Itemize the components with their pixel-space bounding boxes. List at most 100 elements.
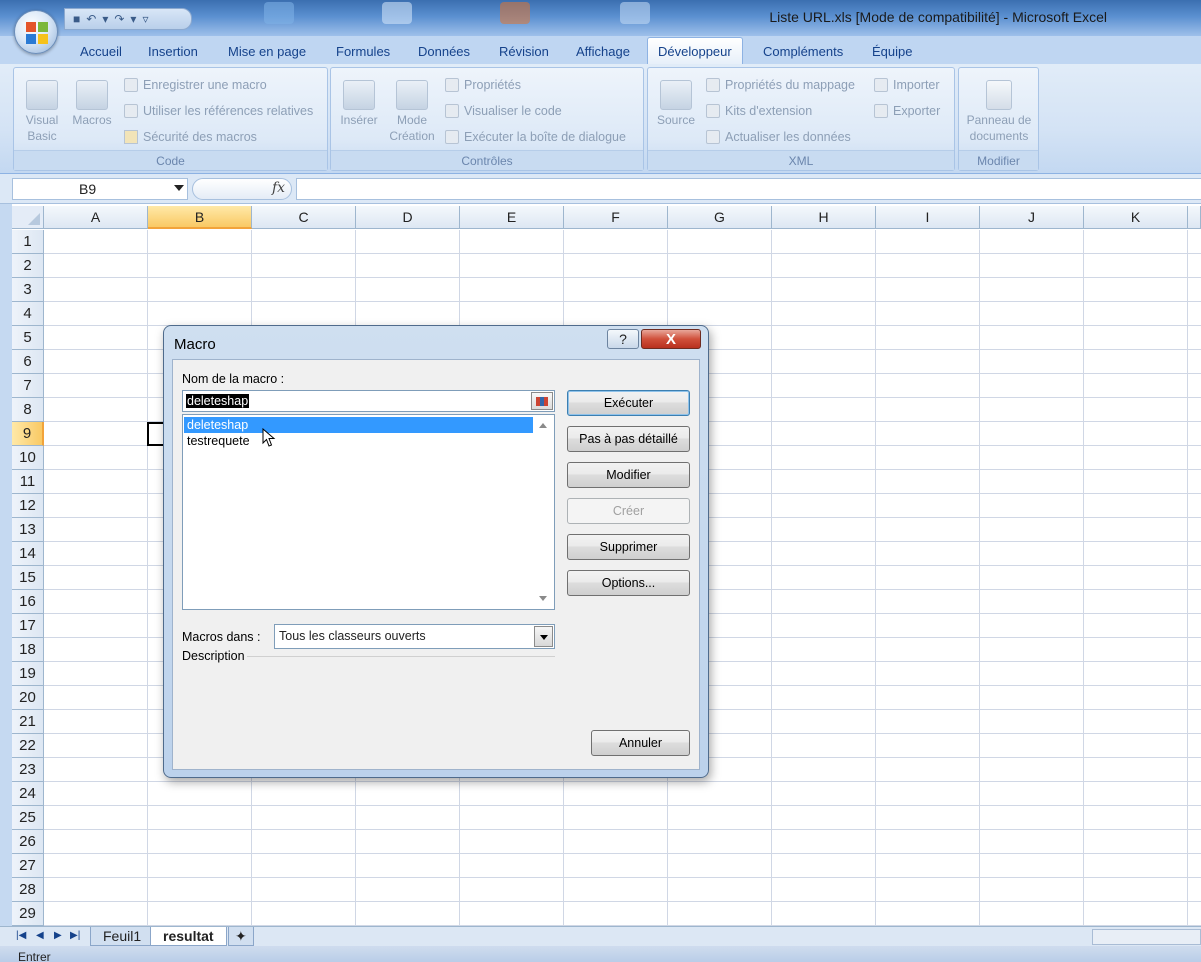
sheet-tab-resultat[interactable]: resultat [150, 927, 227, 946]
chevron-down-icon[interactable]: ▾ [130, 12, 136, 26]
insert-sheet-icon[interactable]: ✦ [228, 927, 254, 946]
tab-equipe[interactable]: Équipe [872, 44, 912, 59]
column-header[interactable]: K [1084, 206, 1188, 229]
insert-control-button[interactable]: Insérer [337, 80, 381, 128]
map-properties-button[interactable]: Propriétés du mappage [706, 78, 855, 92]
create-button[interactable]: Créer [567, 498, 690, 524]
row-header[interactable]: 16 [12, 590, 44, 614]
horizontal-scrollbar[interactable] [1092, 929, 1201, 945]
tab-affichage[interactable]: Affichage [576, 44, 630, 59]
edit-button[interactable]: Modifier [567, 462, 690, 488]
row-header[interactable]: 28 [12, 878, 44, 902]
design-mode-button[interactable]: Mode Création [385, 80, 439, 144]
column-header[interactable]: B [148, 206, 252, 229]
column-header[interactable]: E [460, 206, 564, 229]
list-item[interactable]: testrequete [184, 433, 253, 449]
step-into-button[interactable]: Pas à pas détaillé [567, 426, 690, 452]
tab-developpeur[interactable]: Développeur [647, 37, 743, 65]
column-header[interactable]: I [876, 206, 980, 229]
tab-donnees[interactable]: Données [418, 44, 470, 59]
next-sheet-icon[interactable]: ▶ [54, 930, 62, 941]
row-header[interactable]: 10 [12, 446, 44, 470]
list-item[interactable]: deleteshap [184, 417, 533, 433]
macro-name-input[interactable]: deleteshap [182, 390, 555, 412]
column-header[interactable]: J [980, 206, 1084, 229]
row-header[interactable]: 6 [12, 350, 44, 374]
tab-revision[interactable]: Révision [499, 44, 549, 59]
sheet-tab-feuil1[interactable]: Feuil1 [90, 927, 155, 946]
row-header[interactable]: 15 [12, 566, 44, 590]
tab-insertion[interactable]: Insertion [148, 44, 198, 59]
row-header[interactable]: 18 [12, 638, 44, 662]
save-icon[interactable]: ■ [73, 12, 80, 26]
last-sheet-icon[interactable]: ▶| [70, 930, 80, 941]
row-header[interactable]: 5 [12, 326, 44, 350]
row-header[interactable]: 4 [12, 302, 44, 326]
row-header[interactable]: 17 [12, 614, 44, 638]
prev-sheet-icon[interactable]: ◀ [36, 930, 44, 941]
tab-formules[interactable]: Formules [336, 44, 390, 59]
expansion-packs-button[interactable]: Kits d'extension [706, 104, 812, 118]
document-panel-button[interactable]: Panneau de documents [961, 80, 1037, 144]
view-code-button[interactable]: Visualiser le code [445, 104, 562, 118]
column-header[interactable]: C [252, 206, 356, 229]
run-dialog-button[interactable]: Exécuter la boîte de dialogue [445, 130, 626, 144]
scroll-down-icon[interactable] [539, 596, 547, 601]
column-header[interactable]: F [564, 206, 668, 229]
row-header[interactable]: 8 [12, 398, 44, 422]
formula-input[interactable] [296, 178, 1201, 200]
redo-icon[interactable]: ↷ [114, 12, 124, 26]
import-button[interactable]: Importer [874, 78, 940, 92]
macros-in-select[interactable]: Tous les classeurs ouverts [274, 624, 555, 649]
macros-button[interactable]: Macros [68, 80, 116, 128]
record-macro-button[interactable]: Enregistrer une macro [124, 78, 267, 92]
macro-security-button[interactable]: Sécurité des macros [124, 130, 257, 144]
relative-references-button[interactable]: Utiliser les références relatives [124, 104, 313, 118]
properties-button[interactable]: Propriétés [445, 78, 521, 92]
row-header[interactable]: 24 [12, 782, 44, 806]
column-header[interactable] [1188, 206, 1201, 229]
row-header[interactable]: 21 [12, 710, 44, 734]
column-header[interactable]: G [668, 206, 772, 229]
collapse-dialog-button[interactable] [531, 392, 553, 410]
tab-mise-en-page[interactable]: Mise en page [228, 44, 306, 59]
column-header[interactable]: H [772, 206, 876, 229]
column-header[interactable]: D [356, 206, 460, 229]
delete-button[interactable]: Supprimer [567, 534, 690, 560]
row-header[interactable]: 7 [12, 374, 44, 398]
tab-accueil[interactable]: Accueil [80, 44, 122, 59]
close-button[interactable]: X [641, 329, 701, 349]
xml-source-button[interactable]: Source [654, 80, 698, 128]
row-header[interactable]: 20 [12, 686, 44, 710]
row-header[interactable]: 25 [12, 806, 44, 830]
row-header[interactable]: 12 [12, 494, 44, 518]
row-header[interactable]: 1 [12, 230, 44, 254]
first-sheet-icon[interactable]: |◀ [16, 930, 26, 941]
select-all-button[interactable] [12, 206, 44, 229]
row-header[interactable]: 23 [12, 758, 44, 782]
visual-basic-button[interactable]: Visual Basic [22, 80, 62, 144]
undo-icon[interactable]: ↶ [86, 12, 96, 26]
tab-complements[interactable]: Compléments [763, 44, 843, 59]
export-button[interactable]: Exporter [874, 104, 940, 118]
row-header[interactable]: 22 [12, 734, 44, 758]
row-header[interactable]: 27 [12, 854, 44, 878]
name-box[interactable]: B9 [12, 178, 188, 200]
row-header[interactable]: 3 [12, 278, 44, 302]
help-button[interactable]: ? [607, 329, 639, 349]
chevron-down-icon[interactable]: ▾ [102, 12, 108, 26]
row-header[interactable]: 2 [12, 254, 44, 278]
chevron-down-icon[interactable] [174, 185, 184, 191]
row-header[interactable]: 9 [12, 422, 44, 446]
run-button[interactable]: Exécuter [567, 390, 690, 416]
chevron-down-icon[interactable] [534, 626, 553, 647]
macro-list[interactable]: deleteshap testrequete [182, 414, 555, 610]
column-header[interactable]: A [44, 206, 148, 229]
cancel-button[interactable]: Annuler [591, 730, 690, 756]
row-header[interactable]: 13 [12, 518, 44, 542]
office-button[interactable] [14, 10, 58, 54]
row-header[interactable]: 14 [12, 542, 44, 566]
row-header[interactable]: 11 [12, 470, 44, 494]
row-header[interactable]: 26 [12, 830, 44, 854]
insert-function-icon[interactable]: fx [272, 180, 285, 196]
